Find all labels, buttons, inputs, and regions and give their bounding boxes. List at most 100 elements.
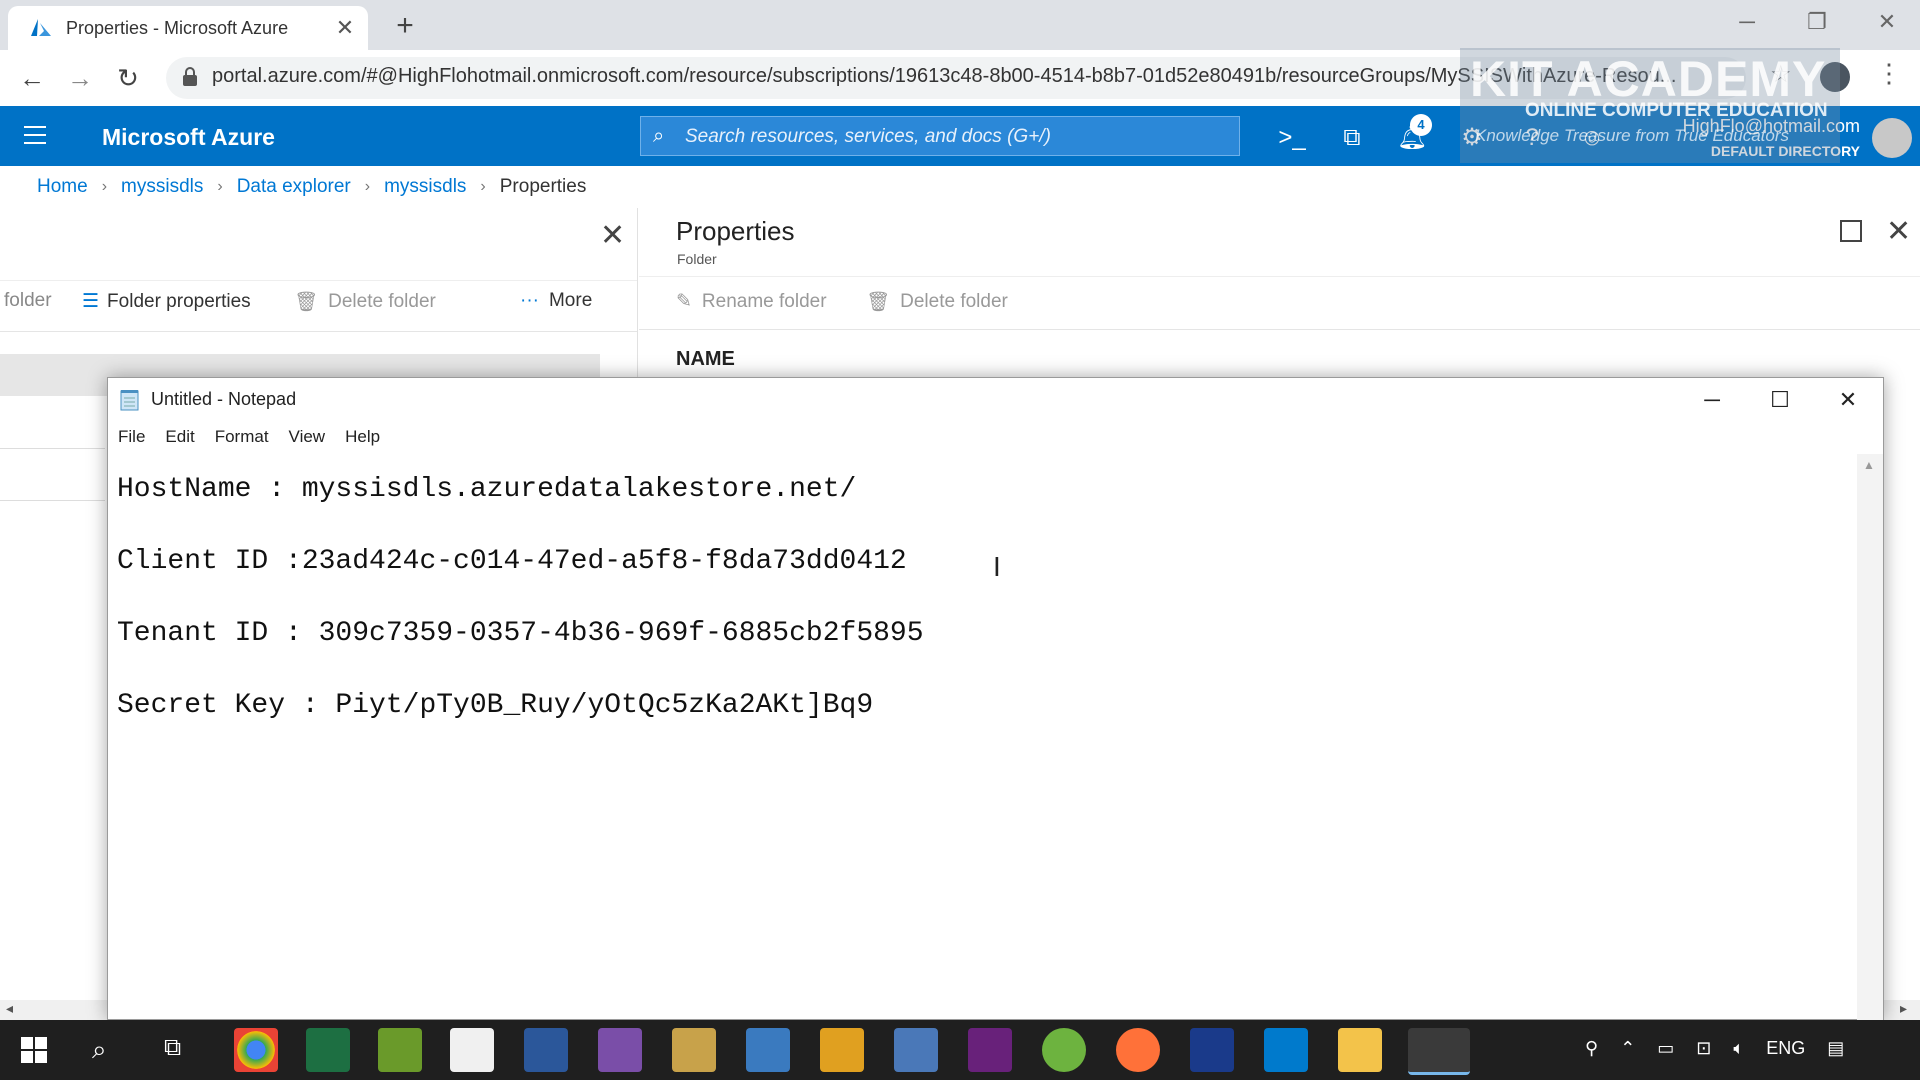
- notepad-close-button[interactable]: ✕: [1814, 380, 1882, 420]
- properties-sliders-icon: ☰: [82, 291, 100, 312]
- scroll-up-icon[interactable]: ▲: [1863, 458, 1875, 472]
- lock-icon: [182, 67, 198, 87]
- notepad-app-icon: [120, 389, 140, 411]
- browser-tab[interactable]: Properties - Microsoft Azure ✕: [8, 6, 368, 50]
- more-label: More: [548, 290, 593, 311]
- folder-properties-button[interactable]: ☰ Folder properties: [82, 290, 251, 313]
- row-divider: [0, 448, 105, 449]
- cloud-shell-icon[interactable]: >_: [1272, 118, 1312, 158]
- language-indicator[interactable]: ENG: [1766, 1038, 1805, 1059]
- breadcrumb-storage[interactable]: myssisdls: [121, 176, 203, 198]
- azure-brand[interactable]: Microsoft Azure: [102, 124, 275, 151]
- chevron-up-icon[interactable]: ⌃: [1620, 1038, 1635, 1059]
- file-explorer-taskbar-icon[interactable]: [1338, 1028, 1382, 1072]
- trash-icon: 🗑︎: [866, 292, 891, 313]
- row-divider: [0, 500, 105, 501]
- close-window-button[interactable]: ✕: [1852, 0, 1920, 44]
- battery-icon[interactable]: ▭: [1657, 1038, 1674, 1059]
- rename-folder-label: Rename folder: [701, 290, 827, 312]
- notepad-taskbar-icon[interactable]: [1408, 1028, 1470, 1075]
- more-button[interactable]: ··· More: [520, 290, 592, 312]
- firefox-taskbar-icon[interactable]: [1116, 1028, 1160, 1072]
- menu-view[interactable]: View: [289, 427, 326, 447]
- app-taskbar-icon[interactable]: [450, 1028, 494, 1072]
- maximize-blade-icon[interactable]: [1840, 220, 1862, 242]
- hamburger-menu-icon[interactable]: [20, 122, 52, 148]
- visual-studio-taskbar-icon[interactable]: [598, 1028, 642, 1072]
- watermark-subtitle: ONLINE COMPUTER EDUCATION: [1525, 100, 1828, 121]
- word-taskbar-icon[interactable]: [524, 1028, 568, 1072]
- breadcrumb: Home › myssisdls › Data explorer › myssi…: [37, 176, 586, 198]
- restore-window-button[interactable]: ❐: [1782, 0, 1852, 44]
- notepad-vertical-scrollbar[interactable]: ▲: [1857, 454, 1883, 1020]
- blade-title: Properties: [676, 216, 795, 246]
- delete-folder-label: Delete folder: [328, 291, 436, 312]
- spring-taskbar-icon[interactable]: [1042, 1028, 1086, 1072]
- minimize-window-button[interactable]: ─: [1712, 0, 1782, 44]
- taskbar-search-icon[interactable]: ⌕: [92, 1034, 107, 1066]
- menu-edit[interactable]: Edit: [165, 427, 194, 447]
- tab-close-icon[interactable]: ✕: [330, 15, 360, 41]
- vs-taskbar-icon[interactable]: [968, 1028, 1012, 1072]
- name-field-header: NAME: [676, 348, 735, 370]
- chevron-right-icon: ›: [217, 178, 223, 195]
- rename-folder-button[interactable]: ✎ Rename folder: [676, 290, 827, 313]
- user-avatar[interactable]: [1872, 118, 1912, 158]
- directory-filter-icon[interactable]: ⧉: [1332, 118, 1372, 158]
- breadcrumb-home[interactable]: Home: [37, 176, 88, 198]
- action-center-icon[interactable]: ▤: [1827, 1038, 1844, 1059]
- new-tab-button[interactable]: +: [385, 8, 425, 44]
- ssms-taskbar-icon[interactable]: [672, 1028, 716, 1072]
- integration-taskbar-icon[interactable]: [820, 1028, 864, 1072]
- text-line-secret-key: Secret Key : Piyt/pTy0B_Ruy/yOtQc5zKa2AK…: [117, 690, 874, 721]
- new-folder-button[interactable]: folder: [4, 290, 52, 312]
- vscode-taskbar-icon[interactable]: [1264, 1028, 1308, 1072]
- menu-file[interactable]: File: [118, 427, 145, 447]
- text-line-client-id: Client ID :23ad424c-c014-47ed-a5f8-f8da7…: [117, 546, 907, 577]
- azure-search-box[interactable]: ⌕ Search resources, services, and docs (…: [640, 116, 1240, 156]
- delete-folder-button[interactable]: 🗑︎ Delete folder: [294, 290, 436, 314]
- network-icon[interactable]: ⊡: [1696, 1038, 1711, 1059]
- watermark-tagline: Knowledge Treasure from True Educators: [1475, 126, 1790, 145]
- text-cursor-icon: I: [993, 551, 1001, 582]
- windows-start-icon[interactable]: [20, 1036, 48, 1069]
- volume-icon[interactable]: 🔈︎: [1733, 1038, 1744, 1059]
- scroll-right-icon[interactable]: ▸: [1900, 1000, 1907, 1017]
- new-folder-label: folder: [4, 290, 52, 311]
- chrome-menu-icon[interactable]: ⋮: [1876, 58, 1902, 89]
- server-taskbar-icon[interactable]: [894, 1028, 938, 1072]
- properties-toolbar: [639, 276, 1920, 330]
- notepad-title: Untitled - Notepad: [151, 389, 297, 409]
- browser-tab-title: Properties - Microsoft Azure: [66, 17, 289, 38]
- chrome-taskbar-icon[interactable]: [234, 1028, 278, 1072]
- pencil-icon: ✎: [676, 291, 692, 312]
- text-line-tenant-id: Tenant ID : 309c7359-0357-4b36-969f-6885…: [117, 618, 924, 649]
- delete-folder-button[interactable]: 🗑︎ Delete folder: [866, 290, 1008, 314]
- trash-icon: 🗑︎: [294, 292, 319, 313]
- camtasia-taskbar-icon[interactable]: [378, 1028, 422, 1072]
- back-button[interactable]: ←: [12, 58, 52, 98]
- blade-close-icon[interactable]: ✕: [1886, 214, 1911, 249]
- menu-help[interactable]: Help: [345, 427, 380, 447]
- notepad-minimize-button[interactable]: ─: [1678, 380, 1746, 420]
- reload-button[interactable]: ↻: [108, 58, 148, 98]
- azure-favicon-icon: [30, 17, 52, 39]
- app2-taskbar-icon[interactable]: [1190, 1028, 1234, 1072]
- breadcrumb-current: Properties: [499, 176, 587, 197]
- task-view-icon[interactable]: ⧉: [164, 1034, 181, 1062]
- blade-close-icon[interactable]: ✕: [600, 218, 625, 253]
- breadcrumb-data-explorer[interactable]: Data explorer: [237, 176, 351, 198]
- forward-button[interactable]: →: [60, 58, 100, 98]
- notepad-maximize-button[interactable]: ☐: [1746, 380, 1814, 420]
- scroll-left-icon[interactable]: ◂: [6, 1000, 13, 1017]
- people-icon[interactable]: ⚲: [1585, 1038, 1598, 1059]
- text-line-hostname: HostName : myssisdls.azuredatalakestore.…: [117, 474, 857, 505]
- breadcrumb-folder[interactable]: myssisdls: [384, 176, 466, 198]
- more-dots-icon: ···: [520, 290, 539, 311]
- notepad-text-area[interactable]: HostName : myssisdls.azuredatalakestore.…: [117, 454, 1837, 742]
- media-taskbar-icon[interactable]: [746, 1028, 790, 1072]
- blade-subtitle: Folder: [677, 251, 717, 267]
- notepad-titlebar[interactable]: [108, 378, 1883, 420]
- excel-taskbar-icon[interactable]: [306, 1028, 350, 1072]
- menu-format[interactable]: Format: [215, 427, 269, 447]
